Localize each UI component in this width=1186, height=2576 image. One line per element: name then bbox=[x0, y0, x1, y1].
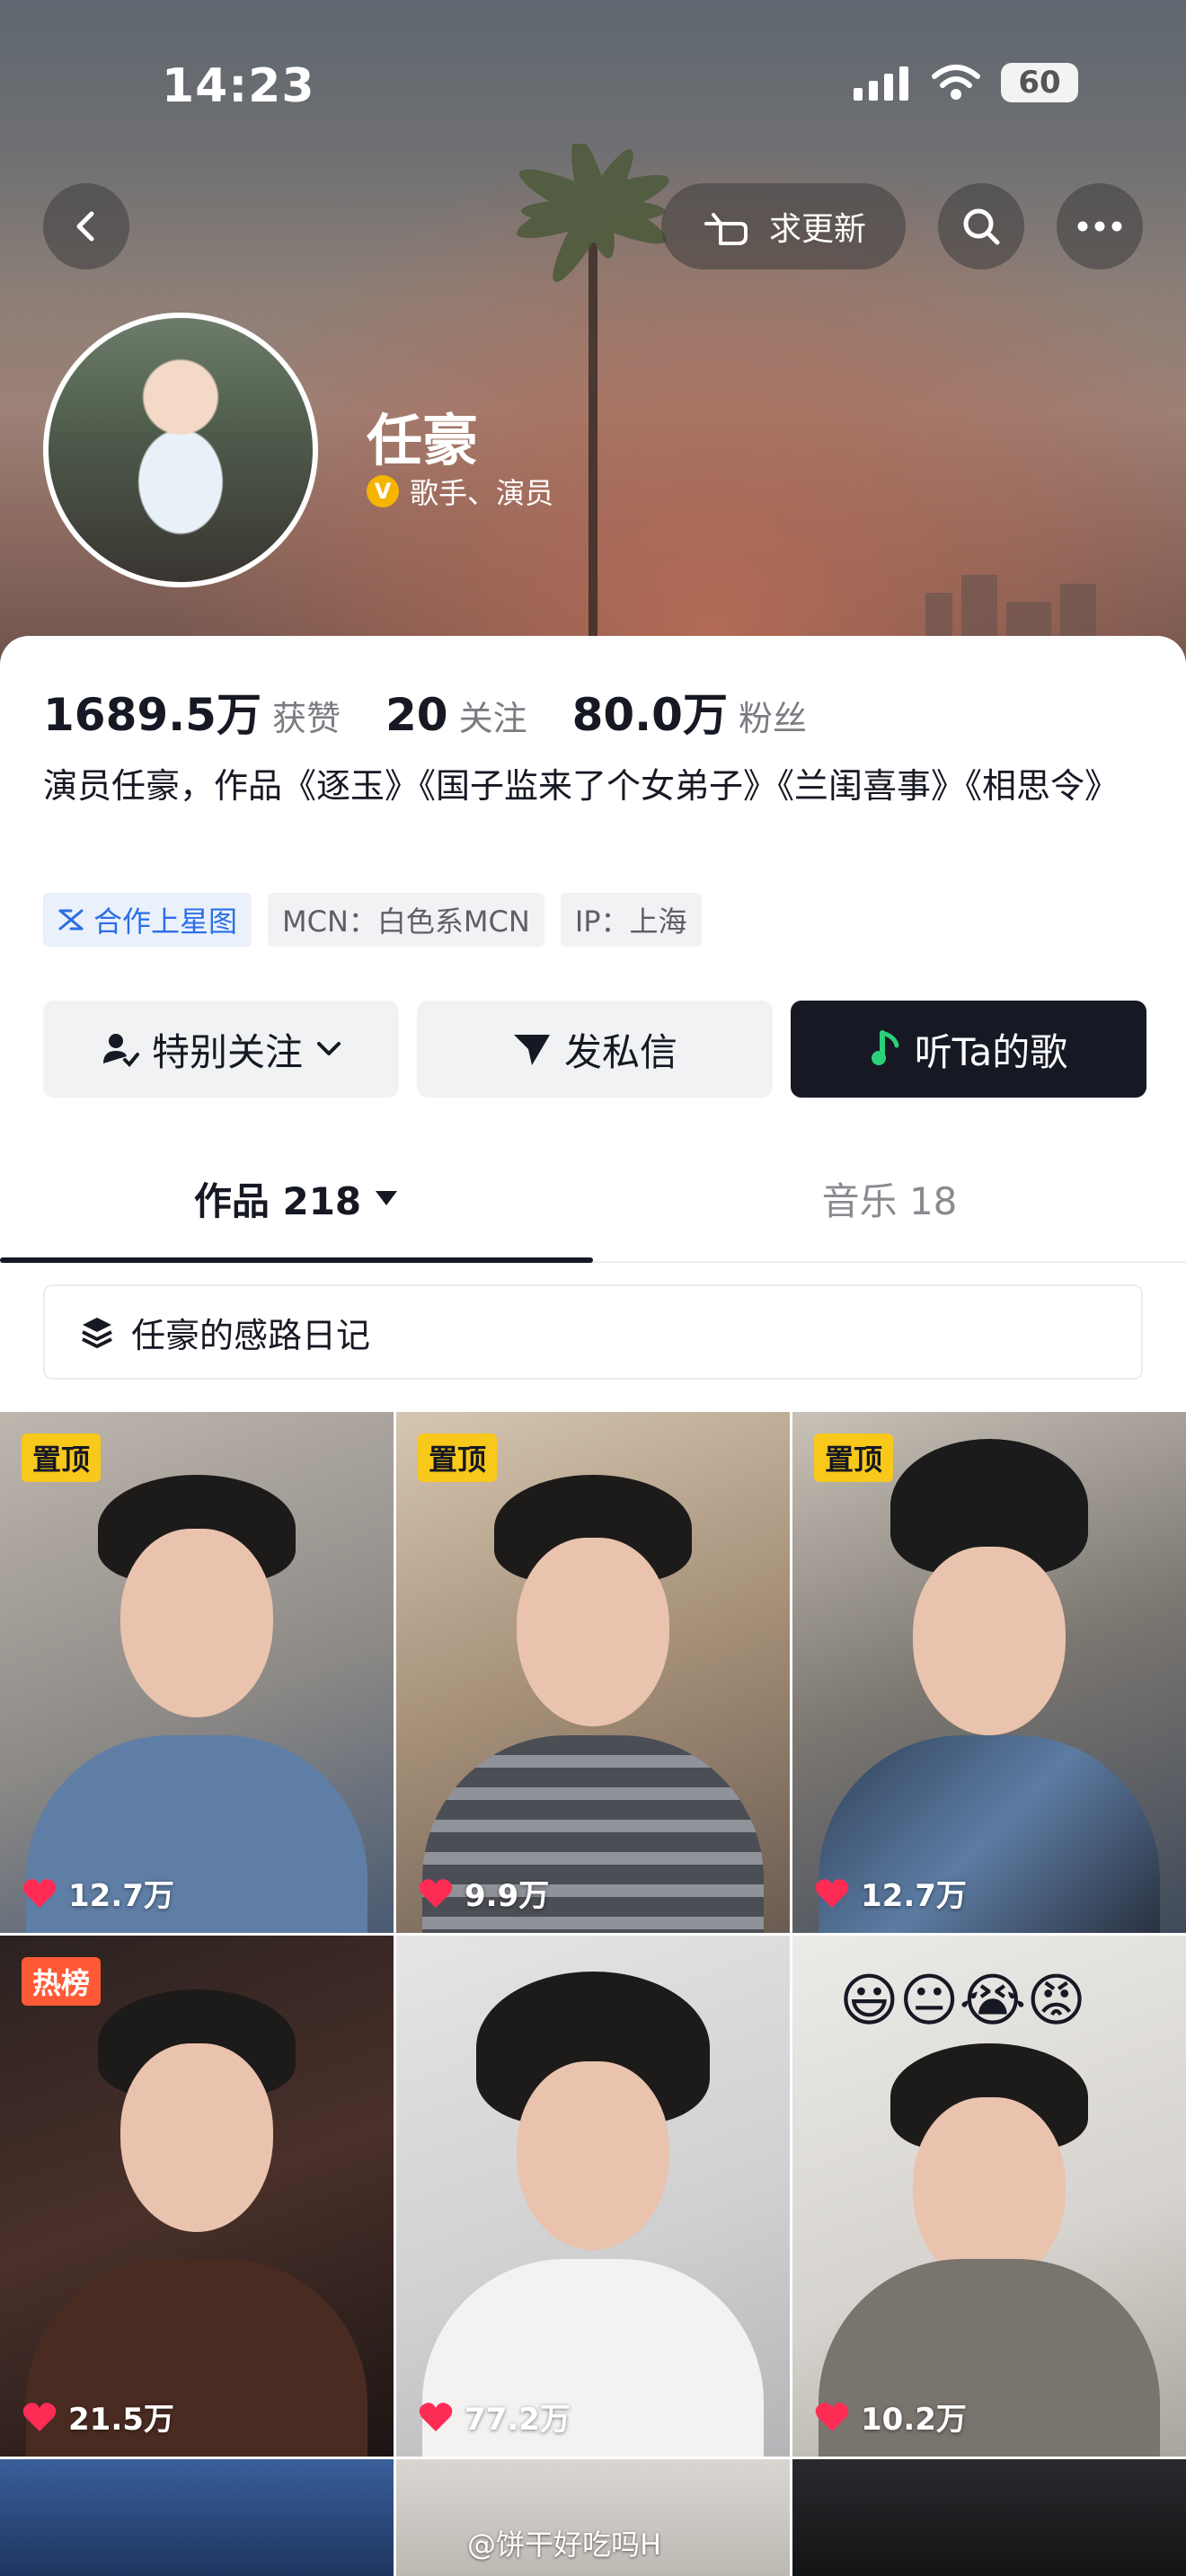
search-button[interactable] bbox=[938, 183, 1024, 269]
tab-works[interactable]: 作品 218 bbox=[0, 1135, 593, 1261]
request-update-button[interactable]: 求更新 bbox=[661, 183, 906, 269]
palm-tree-crown bbox=[517, 144, 669, 283]
chevron-down-icon bbox=[317, 1042, 341, 1055]
triangle-down-icon bbox=[376, 1191, 398, 1205]
special-follow-label: 特别关注 bbox=[151, 1029, 303, 1074]
video-thumbnail[interactable]: 😃😐😭😡 10.2万 bbox=[792, 1936, 1186, 2457]
video-likes: 12.7万 bbox=[814, 1871, 967, 1915]
battery-indicator: 60 bbox=[1001, 63, 1078, 102]
pinned-badge: 置顶 bbox=[22, 1434, 102, 1482]
video-thumbnail[interactable]: 77.2万 bbox=[396, 1936, 790, 2457]
stat-following[interactable]: 20 关注 bbox=[385, 689, 527, 741]
wifi-icon bbox=[932, 65, 980, 100]
mcn-tag: MCN：白色系MCN bbox=[268, 893, 544, 947]
video-likes-count: 10.2万 bbox=[861, 2402, 967, 2438]
video-subject-face bbox=[120, 2043, 273, 2232]
video-likes-count: 77.2万 bbox=[465, 2402, 571, 2438]
heart-icon bbox=[815, 1878, 849, 1908]
heart-icon bbox=[22, 1878, 57, 1908]
layers-icon bbox=[82, 1318, 112, 1348]
profile-verification: V 歌手、演员 bbox=[367, 471, 553, 512]
heart-icon bbox=[419, 2402, 453, 2431]
video-thumbnail[interactable] bbox=[0, 2459, 394, 2576]
content-tabs: 作品 218 音乐 18 bbox=[0, 1135, 1186, 1263]
video-likes: 77.2万 bbox=[418, 2395, 571, 2439]
profile-bio: 演员任豪，作品《逐玉》《国子监来了个女弟子》《兰闺喜事》《相思令》 bbox=[43, 766, 1120, 806]
user-follow-icon bbox=[102, 1034, 139, 1067]
profile-avatar[interactable] bbox=[43, 313, 318, 587]
status-icons: 60 bbox=[854, 63, 1078, 102]
profile-occupation: 歌手、演员 bbox=[410, 476, 554, 510]
tab-works-label: 作品 218 bbox=[193, 1178, 362, 1223]
video-thumbnail[interactable] bbox=[792, 2459, 1186, 2576]
heart-icon bbox=[815, 2402, 849, 2431]
pinned-badge: 置顶 bbox=[418, 1434, 498, 1482]
profile-actions: 特别关注 发私信 听Ta的歌 bbox=[43, 1001, 1146, 1098]
video-likes: 12.7万 bbox=[22, 1871, 174, 1915]
hot-list-badge: 热榜 bbox=[22, 1957, 102, 2006]
video-likes-count: 21.5万 bbox=[68, 2402, 174, 2438]
listen-songs-label: 听Ta的歌 bbox=[914, 1029, 1068, 1074]
tab-music[interactable]: 音乐 18 bbox=[593, 1135, 1186, 1261]
video-thumbnail[interactable]: 置顶 9.9万 bbox=[396, 1412, 790, 1933]
video-likes: 21.5万 bbox=[22, 2395, 174, 2439]
video-subject-face bbox=[913, 1547, 1066, 1735]
profile-name: 任豪 bbox=[367, 408, 479, 473]
search-icon bbox=[963, 208, 1000, 245]
emoji-overlay: 😃😐😭😡 bbox=[839, 1968, 1086, 2034]
collection-banner[interactable]: 任豪的感路日记 bbox=[43, 1284, 1143, 1380]
chevron-left-icon bbox=[76, 211, 94, 242]
stat-following-label: 关注 bbox=[458, 699, 527, 738]
cooperate-label: 合作上星图 bbox=[93, 904, 238, 939]
palm-tree-trunk bbox=[589, 243, 597, 665]
heart-icon bbox=[419, 1878, 453, 1908]
listen-songs-button[interactable]: 听Ta的歌 bbox=[791, 1001, 1146, 1098]
send-message-label: 发私信 bbox=[563, 1029, 677, 1074]
back-button[interactable] bbox=[43, 183, 129, 269]
cooperate-tag[interactable]: 合作上星图 bbox=[43, 893, 252, 947]
more-dots-icon bbox=[1077, 221, 1122, 232]
stat-followers-value: 80.0万 bbox=[571, 689, 728, 741]
collection-label: 任豪的感路日记 bbox=[131, 1315, 371, 1355]
video-subject-face bbox=[517, 2061, 669, 2250]
profile-stats: 1689.5万 获赞 20 关注 80.0万 粉丝 bbox=[43, 679, 852, 744]
stat-followers-label: 粉丝 bbox=[738, 699, 807, 738]
video-likes: 9.9万 bbox=[418, 1871, 549, 1915]
active-tab-indicator bbox=[0, 1257, 593, 1263]
tab-music-label: 音乐 18 bbox=[821, 1178, 958, 1223]
video-subject-face bbox=[913, 2097, 1066, 2286]
pointing-hand-icon bbox=[704, 213, 748, 245]
video-likes-count: 9.9万 bbox=[465, 1878, 550, 1914]
stat-likes: 1689.5万 获赞 bbox=[43, 679, 341, 744]
stat-likes-value: 1689.5万 bbox=[43, 689, 261, 741]
video-likes: 10.2万 bbox=[814, 2395, 967, 2439]
weibo-watermark: @饼干好吃吗H bbox=[467, 2527, 662, 2562]
video-thumbnail[interactable]: 置顶 12.7万 bbox=[792, 1412, 1186, 1933]
video-thumbnail[interactable]: 热榜 21.5万 bbox=[0, 1936, 394, 2457]
special-follow-button[interactable]: 特别关注 bbox=[43, 1001, 399, 1098]
cellular-signal-icon bbox=[854, 66, 908, 101]
star-map-icon bbox=[58, 909, 84, 931]
status-time: 14:23 bbox=[162, 59, 315, 113]
video-thumbnail[interactable]: 置顶 12.7万 bbox=[0, 1412, 394, 1933]
video-likes-count: 12.7万 bbox=[861, 1878, 967, 1914]
heart-icon bbox=[22, 2402, 57, 2431]
info-tags: 合作上星图 MCN：白色系MCN IP：上海 bbox=[43, 893, 702, 947]
stat-following-value: 20 bbox=[385, 689, 448, 741]
paper-plane-icon bbox=[513, 1035, 550, 1065]
request-update-label: 求更新 bbox=[768, 211, 866, 248]
stat-likes-label: 获赞 bbox=[271, 699, 341, 738]
send-message-button[interactable]: 发私信 bbox=[417, 1001, 773, 1098]
video-subject-face bbox=[120, 1529, 273, 1717]
verified-badge-icon: V bbox=[367, 475, 399, 507]
stat-followers[interactable]: 80.0万 粉丝 bbox=[572, 679, 807, 744]
video-subject-face bbox=[517, 1538, 669, 1726]
pinned-badge: 置顶 bbox=[814, 1434, 894, 1482]
ip-location-tag: IP：上海 bbox=[560, 893, 702, 947]
more-options-button[interactable] bbox=[1057, 183, 1143, 269]
video-likes-count: 12.7万 bbox=[68, 1878, 174, 1914]
music-note-icon bbox=[871, 1030, 899, 1065]
